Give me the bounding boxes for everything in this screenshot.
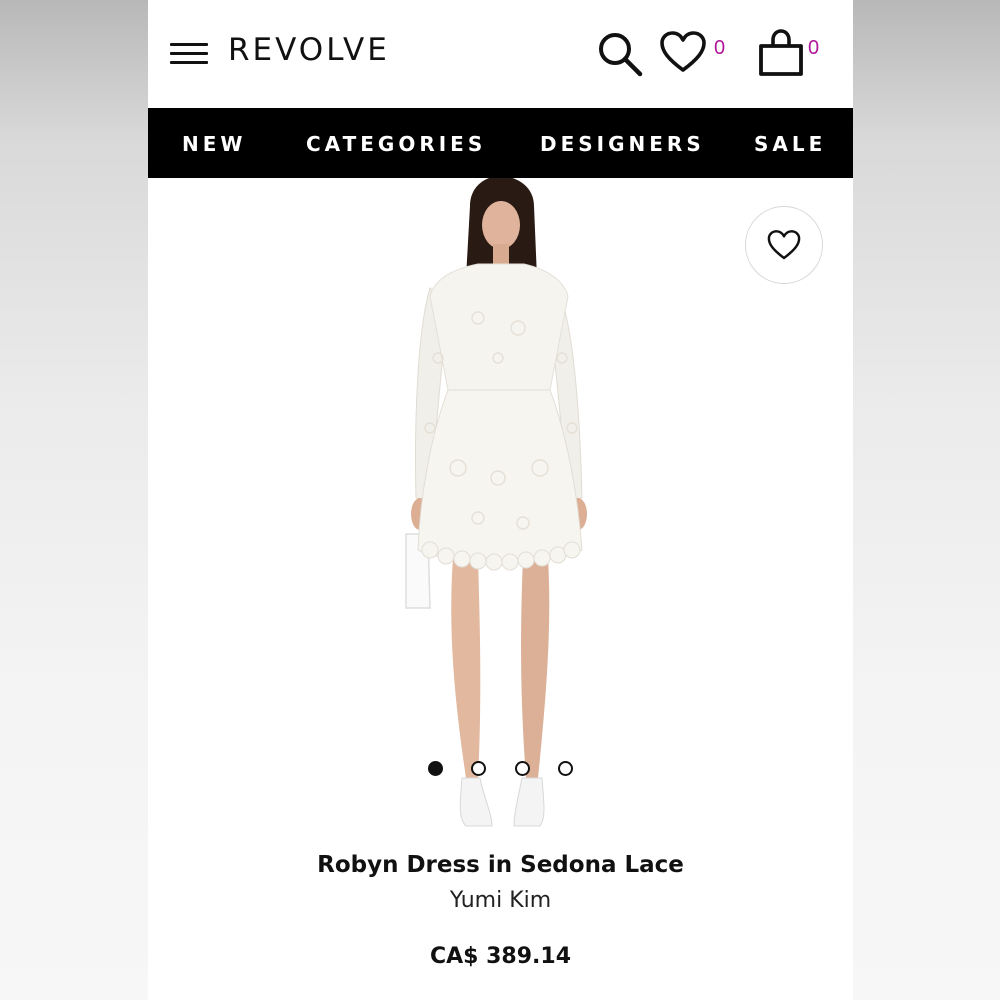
wishlist-count: 0 [714,37,726,59]
nav-item-designers[interactable]: DESIGNERS [540,108,705,178]
carousel-dot-3[interactable] [515,761,530,776]
product-price: CA$ 389.14 [429,944,572,969]
heart-icon [767,230,801,260]
product-title: Robyn Dress in Sedona Lace [317,852,684,878]
carousel-dot-2[interactable] [471,761,486,776]
nav-item-new[interactable]: NEW [182,108,246,178]
nav-item-sale[interactable]: SALE [754,108,826,178]
carousel-dots [428,761,588,781]
menu-icon[interactable] [170,41,208,67]
add-to-favorites-button[interactable] [745,206,823,284]
carousel-dot-4[interactable] [558,761,573,776]
heart-icon[interactable] [658,30,708,74]
nav-item-categories[interactable]: CATEGORIES [306,108,486,178]
product-page: REVOLVE 0 0 NEW CATEGORIES DESIGNERS SAL… [148,0,853,1000]
header: REVOLVE 0 0 [148,0,853,108]
bag-icon[interactable] [756,28,806,78]
product-photo [405,178,587,827]
search-icon[interactable] [596,30,644,78]
product-brand[interactable]: Yumi Kim [148,888,853,913]
main-nav: NEW CATEGORIES DESIGNERS SALE [148,108,853,178]
product-image-gallery[interactable] [148,178,853,838]
bag-count: 0 [808,37,820,59]
carousel-dot-1[interactable] [428,761,443,776]
logo[interactable]: REVOLVE [228,32,390,68]
